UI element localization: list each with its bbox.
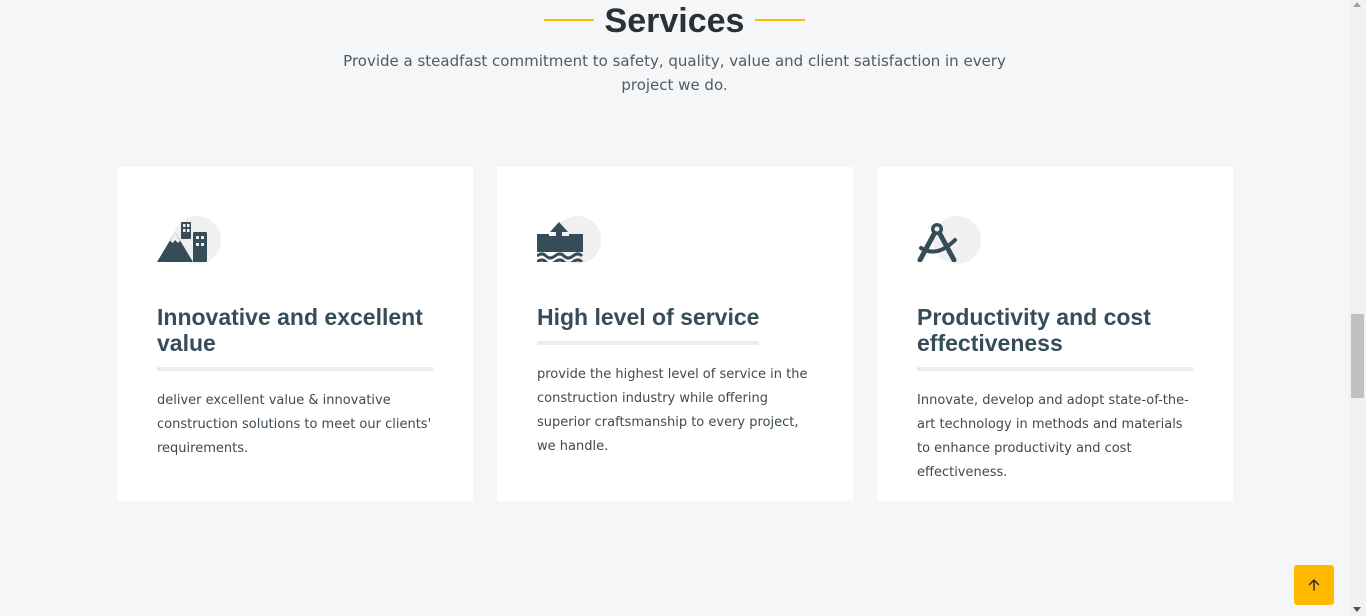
- scrollbar-thumb[interactable]: [1351, 314, 1364, 398]
- service-description: deliver excellent value & innovative con…: [157, 393, 432, 456]
- page-scrollbar[interactable]: [1349, 0, 1366, 616]
- scroll-top-button[interactable]: [1294, 565, 1334, 605]
- service-title: Innovative and excellent value: [157, 304, 433, 371]
- service-card-high-level-service: High level of service provide the highes…: [497, 167, 853, 501]
- section-title: Services: [604, 2, 745, 40]
- scroll-down-arrow-icon[interactable]: [1353, 607, 1361, 612]
- arrow-up-icon: [1308, 579, 1320, 591]
- service-description: provide the highest level of service in …: [537, 367, 808, 454]
- scroll-up-arrow-icon[interactable]: [1353, 2, 1361, 7]
- service-card-innovative-value: Innovative and excellent value deliver e…: [117, 167, 473, 501]
- service-description: Innovate, develop and adopt state-of-the…: [917, 393, 1189, 480]
- title-decoration-right: [755, 19, 805, 21]
- section-subtitle: Provide a steadfast commitment to safety…: [343, 52, 1006, 94]
- service-title: High level of service: [537, 304, 760, 345]
- service-card-productivity: Productivity and cost effectiveness Inno…: [877, 167, 1233, 501]
- compass-drafting-icon: [917, 216, 981, 264]
- service-title: Productivity and cost effectiveness: [917, 304, 1193, 371]
- mountain-city-icon: [157, 216, 221, 264]
- arrow-up-from-water-pump-icon: [537, 216, 601, 264]
- section-title-row: Services: [0, 0, 1349, 42]
